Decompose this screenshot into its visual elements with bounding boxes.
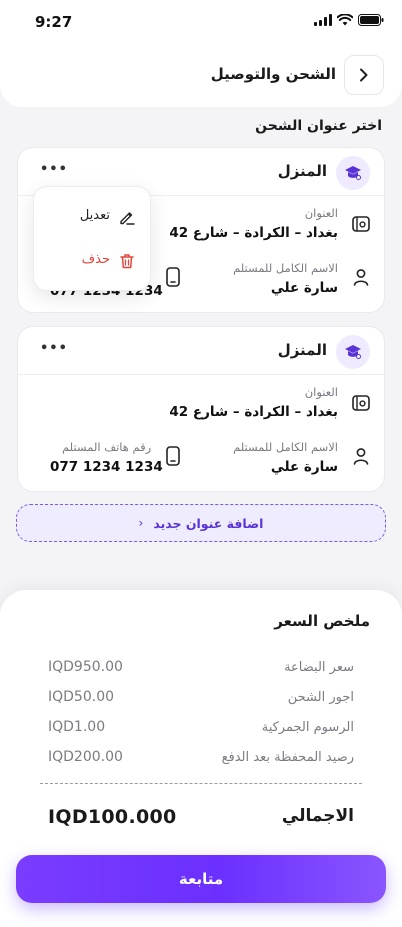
price-summary-sheet: ملخص السعر سعر البضاعة IQD950.00 اجور ال…	[0, 590, 402, 927]
address-value: بغداد – الكرادة – شارع 42	[169, 225, 338, 241]
top-bar: 9:27 الشحن والتوصيل	[0, 0, 402, 107]
chevron-right-icon	[360, 68, 368, 82]
address-card-2[interactable]: المنزل ••• العنوان بغداد – الكرادة – شار…	[17, 326, 385, 492]
address-name: المنزل	[277, 162, 327, 180]
phone-icon	[162, 445, 184, 467]
phone-value: 077 1234 1234	[50, 459, 163, 475]
address-value: بغداد – الكرادة – شارع 42	[169, 404, 338, 420]
options-menu: تعديل حذف	[33, 186, 151, 291]
home-badge	[336, 335, 370, 369]
trash-icon	[118, 252, 136, 270]
section-title: اختر عنوان الشحن	[255, 118, 382, 134]
address-card-header: المنزل •••	[18, 327, 384, 375]
pencil-icon	[118, 208, 136, 226]
menu-delete-item[interactable]: حذف	[34, 241, 152, 281]
summary-row-label: الرسوم الجمركية	[261, 720, 354, 735]
more-options-button[interactable]: •••	[40, 162, 68, 177]
battery-icon	[358, 14, 384, 26]
user-icon	[350, 445, 372, 467]
more-options-button[interactable]: •••	[40, 341, 68, 356]
status-time: 9:27	[35, 13, 73, 31]
phone-label: رقم هاتف المستلم	[62, 440, 152, 454]
recipient-value: سارة علي	[270, 280, 338, 296]
total-label: الاجمالي	[281, 806, 354, 826]
graduation-cap-icon	[345, 166, 361, 180]
address-label: العنوان	[304, 206, 338, 220]
page-title: الشحن والتوصيل	[210, 65, 336, 83]
continue-button[interactable]: متابعة	[16, 855, 386, 903]
summary-row-value: IQD50.00	[48, 689, 115, 705]
summary-row-label: اجور الشحن	[287, 690, 354, 705]
chevron-left-icon: ‹	[138, 516, 144, 530]
phone-icon	[162, 266, 184, 288]
recipient-label: الاسم الكامل للمستلم	[233, 440, 338, 454]
add-address-button[interactable]: اضافة عنوان جديد ‹	[16, 504, 386, 542]
graduation-cap-icon	[345, 345, 361, 359]
home-badge	[336, 156, 370, 190]
summary-divider	[40, 783, 362, 784]
signal-icon	[314, 14, 332, 26]
menu-delete-label: حذف	[81, 252, 110, 267]
map-icon	[350, 392, 372, 414]
summary-title: ملخص السعر	[274, 612, 370, 630]
summary-row-value: IQD950.00	[48, 659, 123, 675]
map-icon	[350, 213, 372, 235]
recipient-value: سارة علي	[270, 459, 338, 475]
recipient-label: الاسم الكامل للمستلم	[233, 261, 338, 275]
address-name: المنزل	[277, 341, 327, 359]
summary-row-label: رصيد المحفظة بعد الدفع	[221, 750, 354, 765]
address-label: العنوان	[304, 385, 338, 399]
total-value: IQD100.000	[48, 806, 177, 828]
wifi-icon	[337, 14, 353, 26]
add-address-label: اضافة عنوان جديد	[153, 515, 264, 531]
summary-row-label: سعر البضاعة	[284, 660, 354, 675]
menu-edit-item[interactable]: تعديل	[34, 197, 152, 237]
back-button[interactable]	[344, 55, 384, 95]
status-icons	[314, 14, 384, 26]
menu-edit-label: تعديل	[79, 208, 110, 223]
user-icon	[350, 266, 372, 288]
summary-row-value: IQD200.00	[48, 749, 123, 765]
summary-row-value: IQD1.00	[48, 719, 106, 735]
